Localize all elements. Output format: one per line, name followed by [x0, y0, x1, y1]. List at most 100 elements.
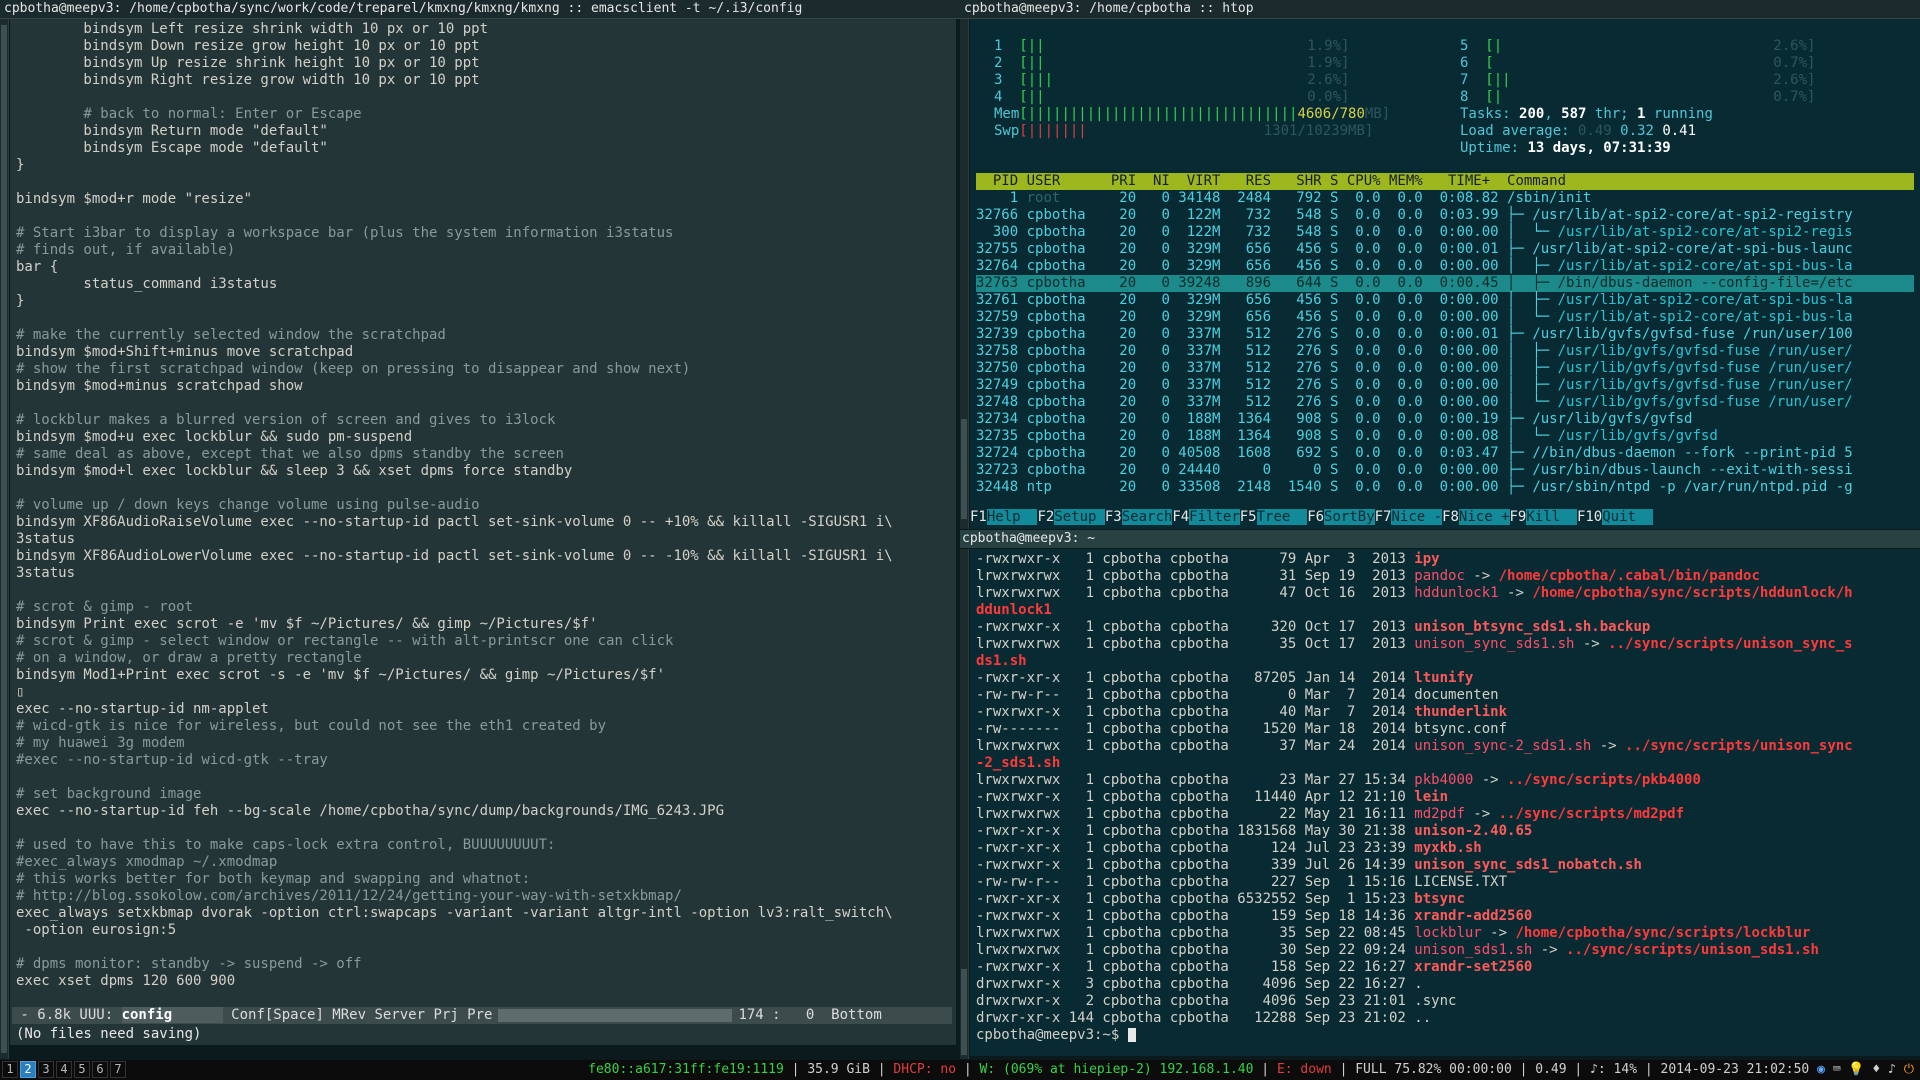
- ls-filename: md2pdf: [1414, 806, 1465, 822]
- process-user: cpbotha: [1018, 377, 1095, 393]
- process-row[interactable]: 32758 cpbotha 20 0 337M 512 276 S 0.0 0.…: [976, 343, 1914, 360]
- ls-filename: LICENSE.TXT: [1414, 874, 1508, 890]
- function-key-label[interactable]: Nice -: [1391, 509, 1443, 525]
- process-row[interactable]: 32739 cpbotha 20 0 337M 512 276 S 0.0 0.…: [976, 326, 1914, 343]
- function-key[interactable]: F6: [1307, 509, 1325, 525]
- process-pid: 32748: [976, 394, 1019, 410]
- function-key[interactable]: F3: [1104, 509, 1122, 525]
- process-table-header[interactable]: PID USER PRI NI VIRT RES SHR S CPU% MEM%…: [976, 173, 1914, 190]
- ls-meta: lrwxrwxrwx 1 cpbotha cpbotha 30 Sep 22 0…: [976, 942, 1415, 958]
- htop-window-title: cpbotha@meepv3: /home/cpbotha :: htop: [960, 0, 1920, 19]
- process-row[interactable]: 32723 cpbotha 20 0 24440 0 0 S 0.0 0.0 0…: [976, 462, 1914, 479]
- function-key-label[interactable]: Setup: [1054, 509, 1105, 525]
- process-row[interactable]: 32764 cpbotha 20 0 329M 656 456 S 0.0 0.…: [976, 258, 1914, 275]
- shell-prompt[interactable]: cpbotha@meepv3:~$: [976, 1027, 1916, 1044]
- code-line: exec --no-startup-id nm-applet: [16, 701, 269, 717]
- modeline-buffer-name: config: [121, 1007, 223, 1023]
- keyboard-tray-icon: ⌨: [1832, 1062, 1841, 1077]
- process-rest: 20 0 188M 1364 908 S 0.0 0.0 0:00.19: [1094, 411, 1508, 427]
- ls-meta: lrwxrwxrwx 1 cpbotha cpbotha 35 Sep 22 0…: [976, 925, 1415, 941]
- process-rest: 20 0 39248 896 644 S 0.0 0.0 0:00.45: [1094, 275, 1508, 291]
- workspace-button-7[interactable]: 7: [110, 1061, 126, 1078]
- function-key-label[interactable]: SortBy: [1324, 509, 1375, 525]
- htop-scrollbar[interactable]: [960, 19, 969, 529]
- clock: 2014-09-23 21:02:50: [1660, 1062, 1810, 1077]
- cpu-meter: 2 [|| 1.9%]: [994, 55, 1349, 72]
- process-row[interactable]: 32448 ntp 20 0 33508 2148 1540 S 0.0 0.0…: [976, 479, 1914, 496]
- ls-filename: unison-2.40.65: [1414, 823, 1533, 839]
- emacs-minibuffer[interactable]: (No files need saving): [16, 1026, 201, 1043]
- process-rest: 20 0 337M 512 276 S 0.0 0.0 0:00.00: [1094, 377, 1508, 393]
- process-user: cpbotha: [1018, 360, 1095, 376]
- ls-filename: pkb4000: [1414, 772, 1474, 788]
- process-tree: ├─: [1507, 462, 1533, 478]
- workspace-button-4[interactable]: 4: [56, 1061, 72, 1078]
- function-key-label[interactable]: Search: [1121, 509, 1173, 525]
- function-key[interactable]: F2: [1037, 509, 1055, 525]
- tray-icons[interactable]: ◉ ⌨ 💡 ♦ ♪ ⏻: [1817, 1062, 1914, 1077]
- ipv6-address: fe80::a617:31ff:fe19:1119: [588, 1062, 784, 1077]
- process-row[interactable]: 32735 cpbotha 20 0 188M 1364 908 S 0.0 0…: [976, 428, 1914, 445]
- modeline-position-bar: [498, 1008, 733, 1022]
- emacs-editor-pane[interactable]: bindsym Left resize shrink width 10 px o…: [10, 19, 956, 1045]
- function-key-label[interactable]: Tree: [1256, 509, 1308, 525]
- modeline-status: - 6.8k UUU:: [12, 1007, 122, 1023]
- process-row[interactable]: 32749 cpbotha 20 0 337M 512 276 S 0.0 0.…: [976, 377, 1914, 394]
- function-key-label[interactable]: Nice +: [1458, 509, 1510, 525]
- process-row[interactable]: 32755 cpbotha 20 0 329M 656 456 S 0.0 0.…: [976, 241, 1914, 258]
- function-key[interactable]: F1: [970, 509, 987, 525]
- process-row[interactable]: 32759 cpbotha 20 0 329M 656 456 S 0.0 0.…: [976, 309, 1914, 326]
- emacs-scrollbar[interactable]: [0, 19, 9, 1059]
- function-key-label[interactable]: Kill: [1526, 509, 1577, 525]
- terminal-scrollbar[interactable]: [960, 549, 969, 1059]
- process-row[interactable]: 32750 cpbotha 20 0 337M 512 276 S 0.0 0.…: [976, 360, 1914, 377]
- ls-entry: -2_sds1.sh: [976, 755, 1916, 772]
- ls-meta: -rwxrwxr-x 1 cpbotha cpbotha 339 Jul 26 …: [976, 857, 1415, 873]
- workspace-button-2[interactable]: 2: [20, 1061, 36, 1078]
- terminal-pane[interactable]: -rwxrwxr-x 1 cpbotha cpbotha 79 Apr 3 20…: [970, 549, 1920, 1056]
- ls-arrow: ->: [1532, 942, 1567, 958]
- ls-meta: -rwxrwxr-x 1 cpbotha cpbotha 159 Sep 18 …: [976, 908, 1415, 924]
- process-row[interactable]: 32763 cpbotha 20 0 39248 896 644 S 0.0 0…: [976, 275, 1914, 292]
- workspace-button-6[interactable]: 6: [92, 1061, 108, 1078]
- function-key-label[interactable]: Filter: [1189, 509, 1240, 525]
- function-key[interactable]: F5: [1239, 509, 1257, 525]
- function-key-label[interactable]: Help: [986, 509, 1038, 525]
- workspace-button-3[interactable]: 3: [38, 1061, 54, 1078]
- function-key[interactable]: F10: [1576, 509, 1603, 525]
- code-line: -option eurosign:5: [16, 922, 177, 938]
- process-user: cpbotha: [1018, 292, 1095, 308]
- process-row[interactable]: 32724 cpbotha 20 0 40508 1608 692 S 0.0 …: [976, 445, 1914, 462]
- function-key[interactable]: F7: [1374, 509, 1392, 525]
- workspace-button-5[interactable]: 5: [74, 1061, 90, 1078]
- ls-filename: unison_sync-2_sds1.sh: [1414, 738, 1592, 754]
- process-row[interactable]: 32761 cpbotha 20 0 329M 656 456 S 0.0 0.…: [976, 292, 1914, 309]
- workspace-button-1[interactable]: 1: [2, 1061, 18, 1078]
- ls-entry: -rwxrwxr-x 1 cpbotha cpbotha 159 Sep 18 …: [976, 908, 1916, 925]
- cpu-bar: [||: [1485, 72, 1511, 88]
- code-line: bindsym Left resize shrink width 10 px o…: [16, 21, 489, 37]
- code-line: exec --no-startup-id feh --bg-scale /hom…: [16, 803, 725, 819]
- process-command: /usr/lib/at-spi2-core/at-spi-bus-la: [1557, 309, 1853, 325]
- load-average: Load average: 0.49 0.32 0.41: [1460, 123, 1697, 139]
- function-key[interactable]: F4: [1172, 509, 1190, 525]
- process-rest: 20 0 329M 656 456 S 0.0 0.0 0:00.01: [1094, 241, 1508, 257]
- htop-pane[interactable]: 1 [|| 1.9%] 2 [|| 1.9%] 3 [||| 2.6%] 4 [|| 0.0%…: [970, 19, 1920, 529]
- ls-filename: xrandr-add2560: [1414, 908, 1533, 924]
- ls-entry: lrwxrwxrwx 1 cpbotha cpbotha 35 Oct 17 2…: [976, 636, 1916, 653]
- code-line: # wicd-gtk is nice for wireless, but cou…: [16, 718, 607, 734]
- process-pid: 32724: [976, 445, 1019, 461]
- ls-entry: lrwxrwxrwx 1 cpbotha cpbotha 47 Oct 16 2…: [976, 585, 1916, 602]
- process-row[interactable]: 300 cpbotha 20 0 122M 732 548 S 0.0 0.0 …: [976, 224, 1914, 241]
- ls-entry: -rwxr-xr-x 1 cpbotha cpbotha 1831568 May…: [976, 823, 1916, 840]
- process-row[interactable]: 32748 cpbotha 20 0 337M 512 276 S 0.0 0.…: [976, 394, 1914, 411]
- cpu-percent: 2.6%]: [1307, 72, 1350, 88]
- process-row[interactable]: 1 root 20 0 34148 2484 792 S 0.0 0.0 0:0…: [976, 190, 1914, 207]
- function-key-label[interactable]: Quit: [1602, 509, 1653, 525]
- ls-entry: -rwxr-xr-x 1 cpbotha cpbotha 6532552 Sep…: [976, 891, 1916, 908]
- process-row[interactable]: 32766 cpbotha 20 0 122M 732 548 S 0.0 0.…: [976, 207, 1914, 224]
- process-row[interactable]: 32734 cpbotha 20 0 188M 1364 908 S 0.0 0…: [976, 411, 1914, 428]
- function-key[interactable]: F8: [1442, 509, 1459, 525]
- function-key[interactable]: F9: [1509, 509, 1527, 525]
